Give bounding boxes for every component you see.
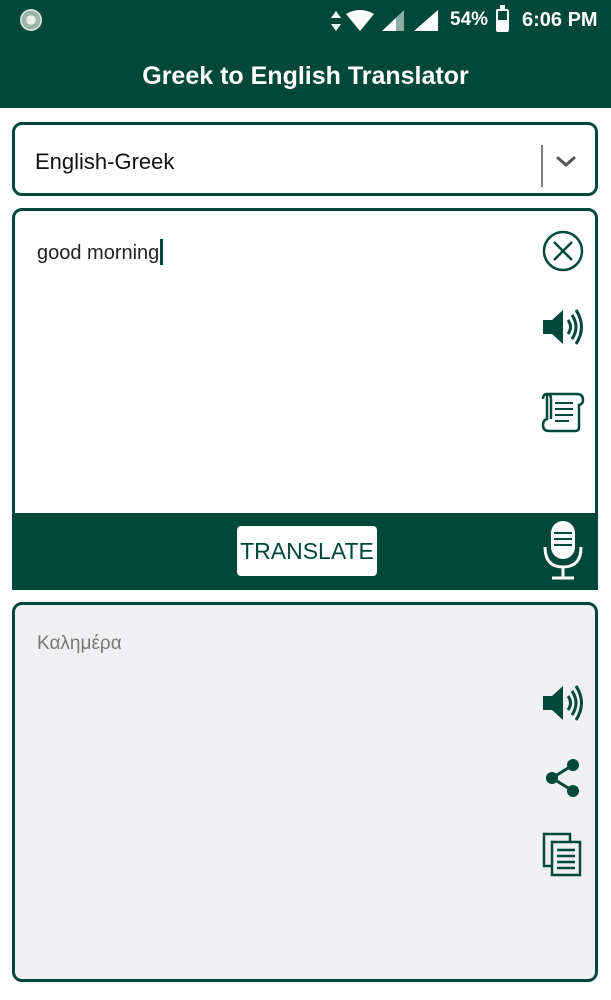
battery-icon xyxy=(496,5,509,32)
chevron-down-icon xyxy=(556,156,576,167)
app-header: Greek to English Translator xyxy=(0,42,611,108)
input-action-bar: TRANSLATE xyxy=(15,513,595,587)
text-caret xyxy=(160,239,164,265)
copy-icon[interactable] xyxy=(541,831,583,877)
status-bar: 54% 6:06 PM xyxy=(0,0,611,42)
page-title: Greek to English Translator xyxy=(142,62,469,90)
clock: 6:06 PM xyxy=(522,9,598,31)
language-dropdown[interactable]: English-Greek xyxy=(12,122,598,196)
output-panel: Καλημέρα xyxy=(12,602,598,982)
translate-button[interactable]: TRANSLATE xyxy=(237,526,377,576)
battery-percentage: 54% xyxy=(450,9,489,30)
scroll-icon[interactable] xyxy=(539,389,585,435)
speaker-icon[interactable] xyxy=(541,683,585,723)
microphone-icon[interactable] xyxy=(540,519,586,581)
signal-wifi-icons xyxy=(331,10,438,31)
notification-app-icon xyxy=(20,9,42,31)
share-icon[interactable] xyxy=(543,757,583,799)
close-circle-icon[interactable] xyxy=(541,229,585,273)
input-panel: good morning TRANSLATE xyxy=(12,208,598,590)
source-text: good morning xyxy=(37,242,160,264)
speaker-icon[interactable] xyxy=(541,307,585,347)
source-text-input[interactable]: good morning xyxy=(37,239,164,265)
selected-language: English-Greek xyxy=(35,149,175,174)
dropdown-divider xyxy=(541,145,543,187)
translated-text: Καλημέρα xyxy=(37,633,122,654)
